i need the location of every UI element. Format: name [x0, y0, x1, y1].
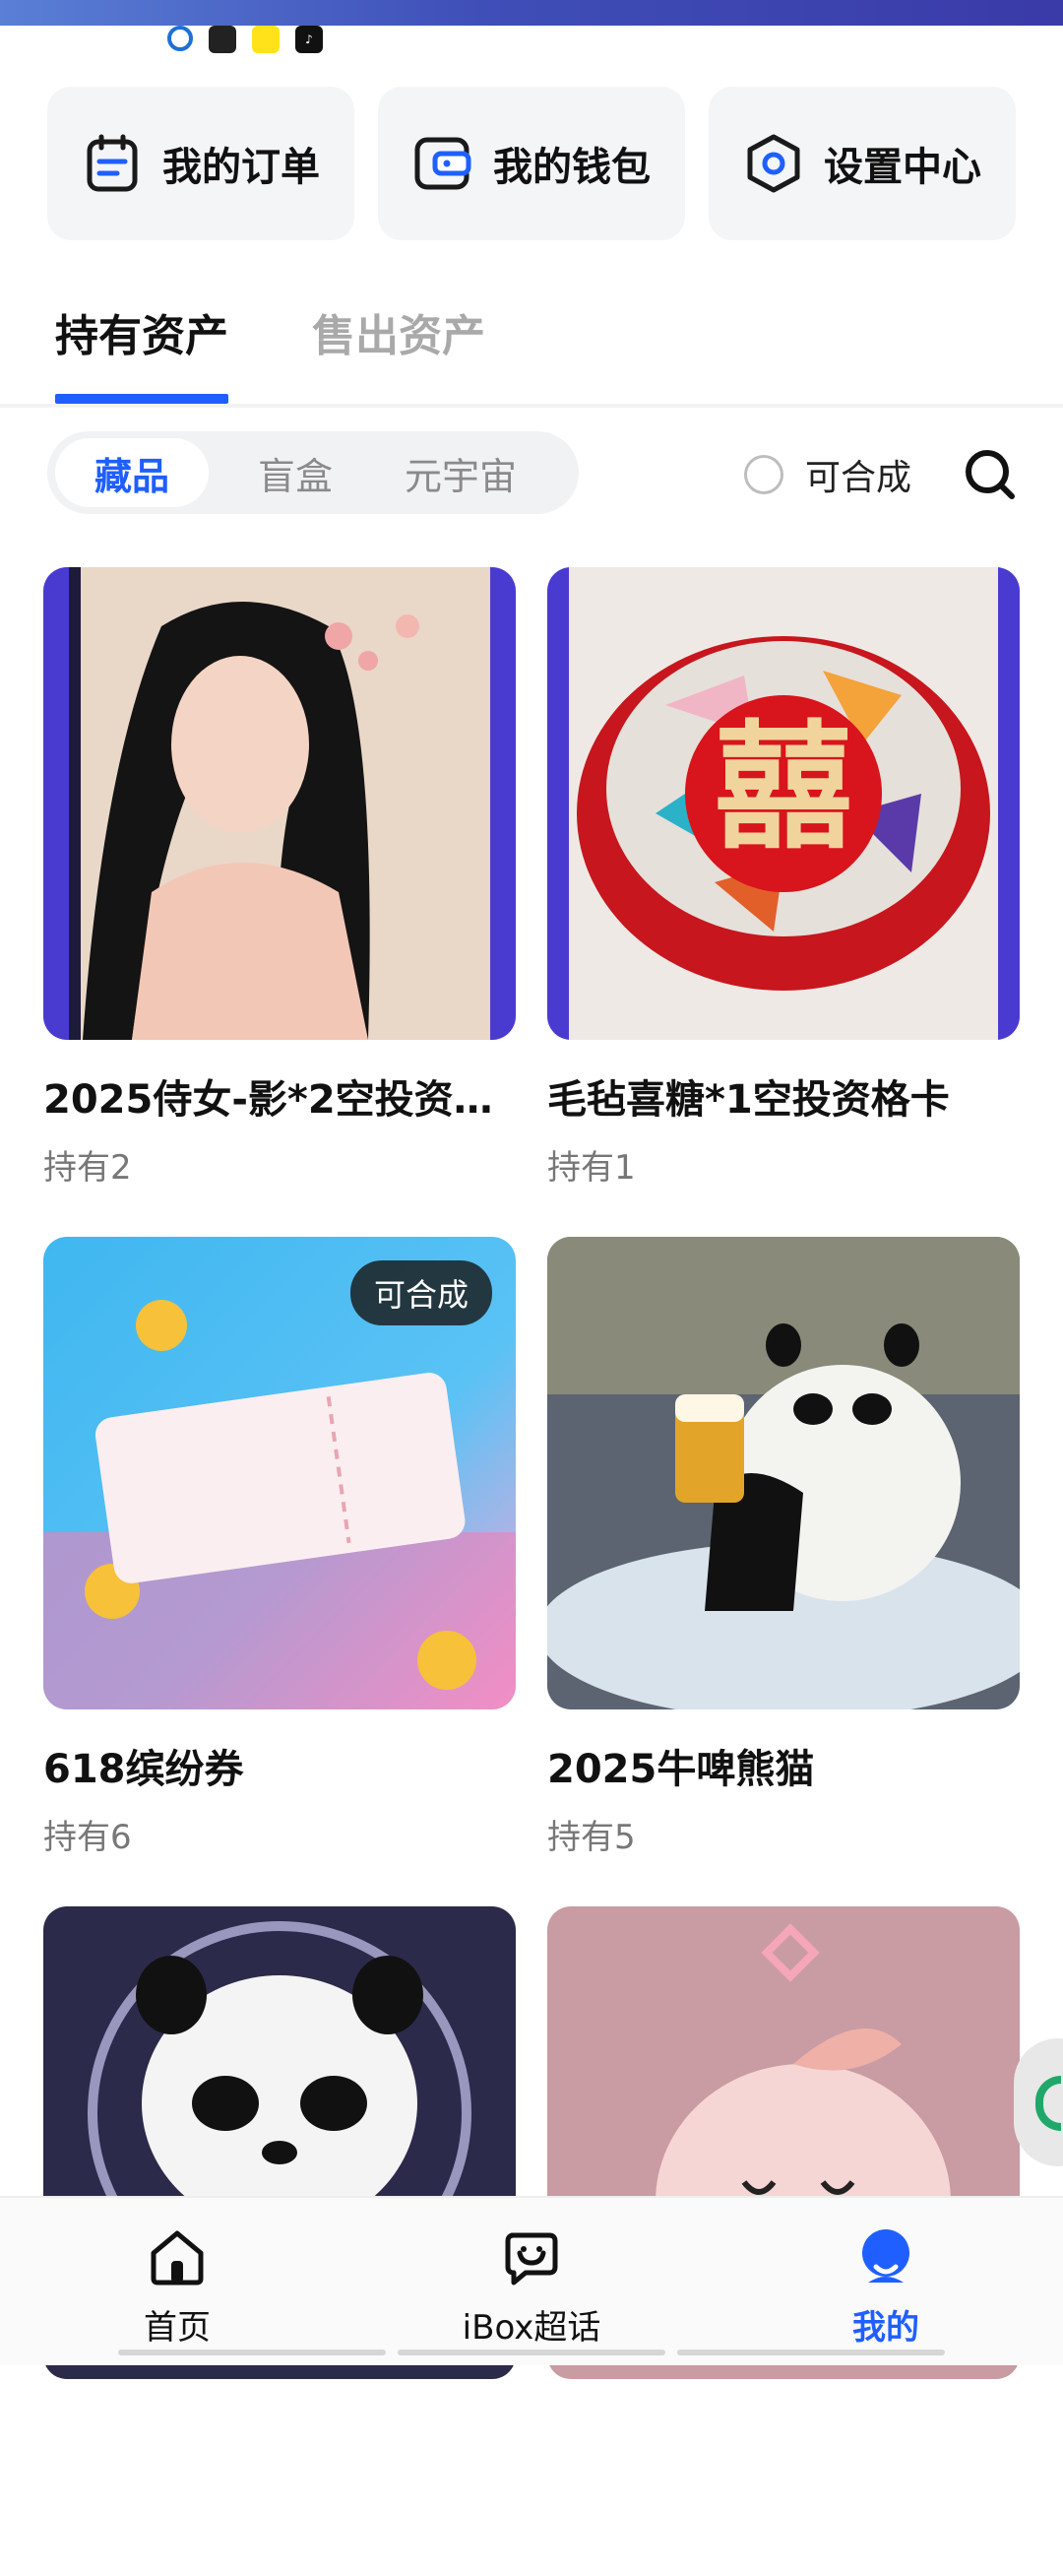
collectible-hold-count: 持有1	[547, 1148, 636, 1188]
app-notification-icon	[167, 26, 193, 51]
gesture-bar	[118, 2350, 945, 2355]
collectible-image	[43, 567, 516, 1040]
bottom-navigation: 首页 iBox超话 我的	[0, 2196, 1063, 2365]
floating-service-button[interactable]	[1014, 2038, 1063, 2166]
tiktok-icon: ♪	[295, 26, 323, 53]
orders-label: 我的订单	[162, 145, 320, 190]
collectible-card[interactable]: 囍 毛毡喜糖*1空投资格卡 持有1	[547, 567, 1020, 1237]
mergeable-filter[interactable]: 可合成	[744, 449, 911, 500]
mergeable-radio[interactable]	[744, 455, 783, 494]
mergeable-label: 可合成	[805, 458, 912, 498]
nav-home-label: 首页	[144, 2308, 211, 2348]
order-list-icon	[82, 133, 143, 194]
nav-home[interactable]: 首页	[0, 2198, 354, 2365]
wallet-label: 我的钱包	[493, 145, 651, 190]
filter-blind-box[interactable]: 盲盒	[217, 438, 374, 507]
collectible-name: 618缤纷券	[43, 1747, 244, 1792]
filter-metaverse[interactable]: 元宇宙	[382, 438, 539, 507]
home-icon	[151, 2230, 204, 2286]
nav-ibox-topics[interactable]: iBox超话	[354, 2198, 709, 2365]
yellow-app-icon	[252, 26, 280, 53]
soul-app-icon	[209, 26, 236, 53]
divider	[0, 404, 1063, 408]
collectible-hold-count: 持有5	[547, 1818, 636, 1857]
svg-text:囍: 囍	[715, 708, 852, 869]
collectible-hold-count: 持有2	[43, 1148, 132, 1188]
wallet-icon	[412, 133, 473, 194]
chat-icon	[505, 2232, 558, 2286]
category-segment: 藏品 盲盒 元宇宙	[47, 431, 579, 514]
collectible-name: 2025侍女-影*2空投资…	[43, 1077, 493, 1123]
filter-collectibles[interactable]: 藏品	[55, 438, 209, 507]
nav-ibox-label: iBox超话	[462, 2308, 601, 2348]
nav-mine-label: 我的	[852, 2308, 919, 2348]
settings-label: 设置中心	[824, 145, 981, 190]
collectible-name: 毛毡喜糖*1空投资格卡	[547, 1077, 950, 1123]
tab-sold-assets[interactable]: 售出资产	[312, 300, 485, 363]
nav-mine[interactable]: 我的	[709, 2198, 1063, 2365]
collectible-hold-count: 持有6	[43, 1818, 132, 1857]
top-gradient-bar	[0, 0, 1063, 26]
quick-actions: 我的订单 我的钱包 设置中心	[47, 87, 1016, 240]
collectible-card[interactable]: 2025牛啤熊猫 持有5	[547, 1237, 1020, 1906]
collectible-image: 囍	[547, 567, 1020, 1040]
collectible-card[interactable]: 2025侍女-影*2空投资… 持有2	[43, 567, 516, 1237]
profile-icon	[862, 2229, 909, 2283]
wallet-button[interactable]: 我的钱包	[378, 87, 685, 240]
search-icon[interactable]	[961, 445, 1020, 504]
collectible-image: 可合成	[43, 1237, 516, 1709]
orders-button[interactable]: 我的订单	[47, 87, 354, 240]
collectible-name: 2025牛啤熊猫	[547, 1747, 815, 1792]
tab-held-assets[interactable]: 持有资产	[55, 300, 228, 404]
settings-button[interactable]: 设置中心	[709, 87, 1016, 240]
notification-icons: ♪	[167, 26, 323, 53]
collectible-image	[547, 1237, 1020, 1709]
settings-hex-icon	[743, 133, 804, 194]
asset-tabs: 持有资产 售出资产	[55, 300, 485, 404]
collectible-card[interactable]: 可合成 618缤纷券 持有6	[43, 1237, 516, 1906]
mergeable-badge: 可合成	[349, 1260, 492, 1325]
